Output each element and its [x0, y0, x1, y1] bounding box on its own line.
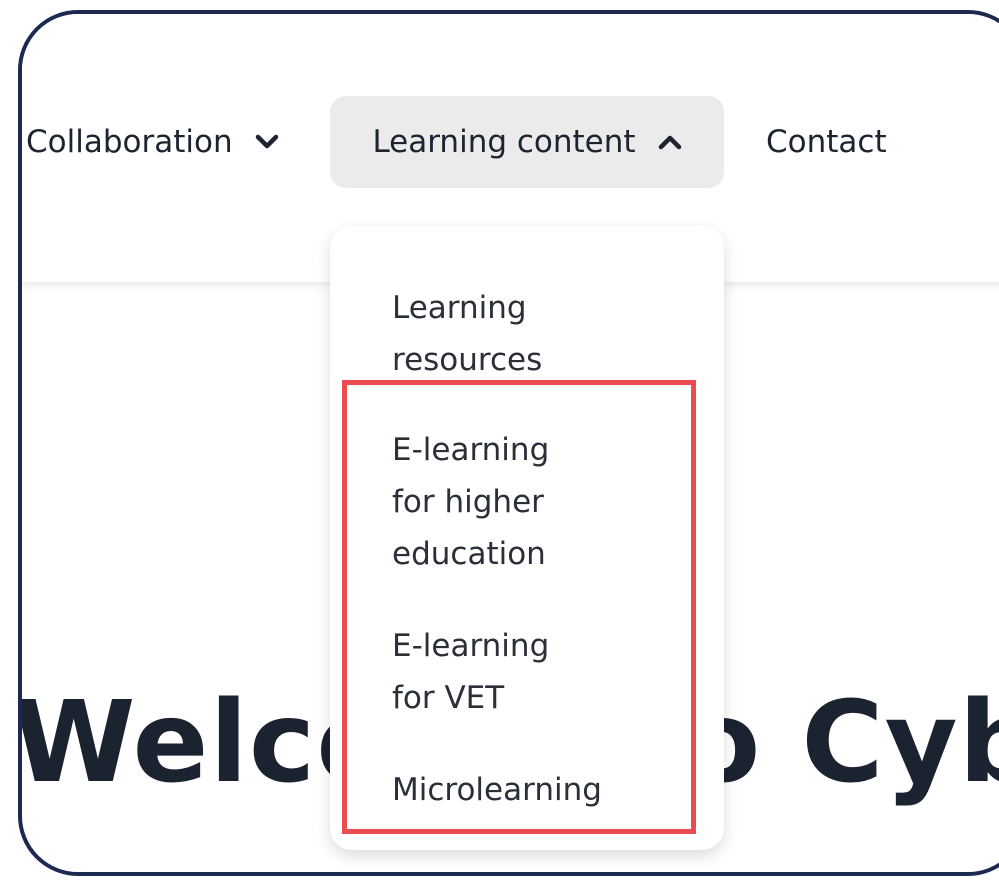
nav-item-label: Collaboration — [26, 124, 233, 160]
nav-item-label: Contact — [766, 124, 887, 160]
nav-item-collaboration[interactable]: Collaboration — [26, 96, 279, 188]
chevron-down-icon — [255, 134, 279, 150]
nav-item-contact[interactable]: Contact — [766, 96, 887, 188]
dropdown-item-learning-resources[interactable]: Learning resources — [392, 282, 592, 386]
dropdown-item-microlearning[interactable]: Microlearning — [392, 764, 602, 816]
learning-content-dropdown-menu: Learning resources E-learning for higher… — [330, 226, 724, 850]
nav-item-label: Learning content — [372, 124, 636, 160]
screenshot-frame: Collaboration Learning content Contact W… — [18, 10, 999, 876]
dropdown-item-elearning-vet[interactable]: E-learning for VET — [392, 620, 592, 724]
dropdown-item-elearning-higher-education[interactable]: E-learning for higher education — [392, 424, 592, 580]
chevron-up-icon — [658, 134, 682, 150]
nav-item-learning-content[interactable]: Learning content — [330, 96, 724, 188]
